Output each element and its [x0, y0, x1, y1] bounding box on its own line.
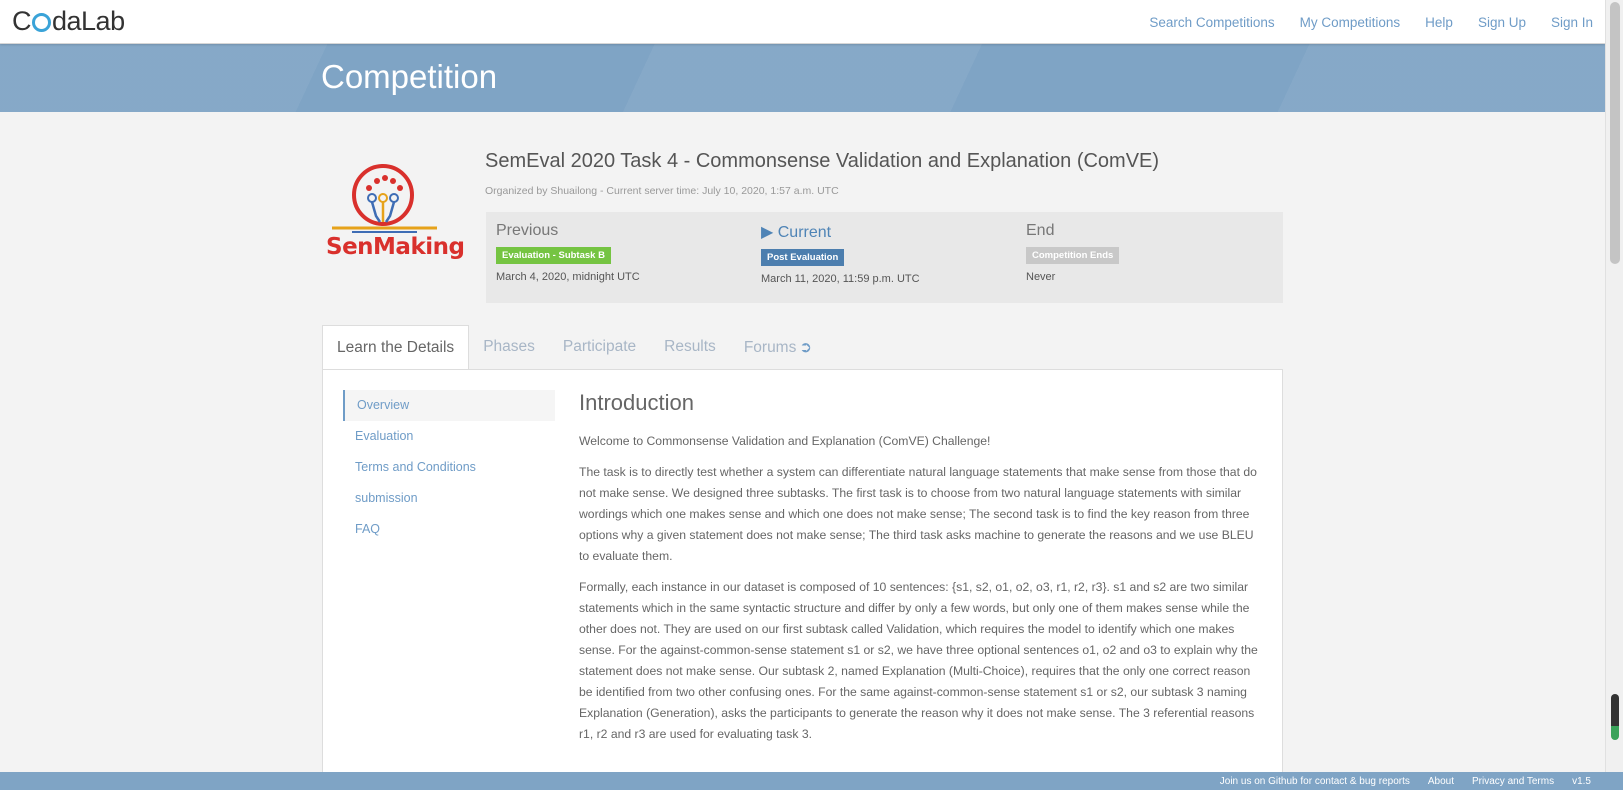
tab-phases[interactable]: Phases	[469, 325, 549, 370]
nav-search-competitions[interactable]: Search Competitions	[1149, 15, 1274, 30]
overview-content: Introduction Welcome to Commonsense Vali…	[579, 390, 1259, 755]
content-heading: Introduction	[579, 390, 694, 415]
logo-ring-icon	[32, 13, 51, 32]
phase-timeline: Previous Evaluation - Subtask B March 4,…	[486, 212, 1283, 303]
tab-results[interactable]: Results	[650, 325, 730, 370]
sidenav-submission[interactable]: submission	[343, 483, 555, 514]
phase-previous-badge: Evaluation - Subtask B	[496, 247, 611, 264]
phase-current-badge: Post Evaluation	[761, 249, 845, 266]
phase-end: End Competition Ends Never	[1026, 222, 1120, 283]
top-navbar: CdaLab Search Competitions My Competitio…	[0, 0, 1605, 44]
phase-end-name: End	[1026, 222, 1055, 239]
sidenav-evaluation[interactable]: Evaluation	[343, 421, 555, 452]
tab-learn-the-details[interactable]: Learn the Details	[322, 325, 470, 370]
logo-wordmark: SenMaking	[326, 234, 465, 260]
footer-privacy-link[interactable]: Privacy and Terms	[1472, 776, 1554, 787]
logo-letter-c: C	[12, 6, 32, 36]
page-banner: Competition	[0, 44, 1605, 112]
footer-github-link[interactable]: Join us on Github for contact & bug repo…	[1220, 776, 1410, 787]
tab-participate[interactable]: Participate	[549, 325, 650, 370]
phase-current: ▶ Current Post Evaluation March 11, 2020…	[761, 222, 920, 285]
footer-about-link[interactable]: About	[1428, 776, 1454, 787]
nav-help[interactable]: Help	[1425, 15, 1453, 30]
tab-forums[interactable]: Forums ➲	[730, 325, 826, 370]
banner-title: Competition	[321, 58, 498, 95]
senmaking-emblem-icon	[332, 164, 437, 233]
content-paragraph: Welcome to Commonsense Validation and Ex…	[579, 434, 991, 448]
content-paragraph: The task is to directly test whether a s…	[579, 465, 1257, 563]
nav-sign-up[interactable]: Sign Up	[1478, 15, 1526, 30]
sidenav-terms-and-conditions[interactable]: Terms and Conditions	[343, 452, 555, 483]
details-sidenav: Overview Evaluation Terms and Conditions…	[343, 390, 555, 545]
external-link-icon: ➲	[799, 339, 812, 356]
content-paragraph: Formally, each instance in our dataset i…	[579, 580, 1258, 741]
scrollbar-thumb[interactable]	[1610, 2, 1620, 264]
scrollbar-indicator	[1611, 694, 1619, 740]
competition-logo: SenMaking	[322, 160, 465, 270]
main-nav: Search Competitions My Competitions Help…	[1124, 0, 1593, 44]
competition-title: SemEval 2020 Task 4 - Commonsense Valida…	[485, 150, 1160, 172]
phase-end-badge: Competition Ends	[1026, 247, 1120, 264]
page-footer: Join us on Github for contact & bug repo…	[0, 772, 1623, 790]
phase-current-date: March 11, 2020, 11:59 p.m. UTC	[761, 273, 920, 285]
sidenav-overview[interactable]: Overview	[343, 390, 555, 421]
logo-suffix: daLab	[52, 6, 125, 36]
phase-previous-date: March 4, 2020, midnight UTC	[496, 271, 640, 283]
tab-forums-label: Forums	[743, 339, 797, 356]
phase-previous: Previous Evaluation - Subtask B March 4,…	[496, 222, 640, 283]
phase-end-date: Never	[1026, 271, 1056, 283]
footer-version: v1.5	[1572, 775, 1591, 787]
organizer-line: Organized by Shuailong - Current server …	[485, 185, 839, 197]
phase-current-name: ▶ Current	[761, 224, 832, 241]
sidenav-faq[interactable]: FAQ	[343, 514, 555, 545]
competition-tabs: Learn the Details Phases Participate Res…	[322, 325, 826, 370]
codalab-logo[interactable]: CdaLab	[12, 6, 125, 37]
details-panel: Overview Evaluation Terms and Conditions…	[322, 369, 1283, 779]
nav-my-competitions[interactable]: My Competitions	[1300, 15, 1401, 30]
phase-previous-name: Previous	[496, 222, 559, 239]
nav-sign-in[interactable]: Sign In	[1551, 15, 1593, 30]
page-scrollbar[interactable]	[1605, 0, 1623, 772]
